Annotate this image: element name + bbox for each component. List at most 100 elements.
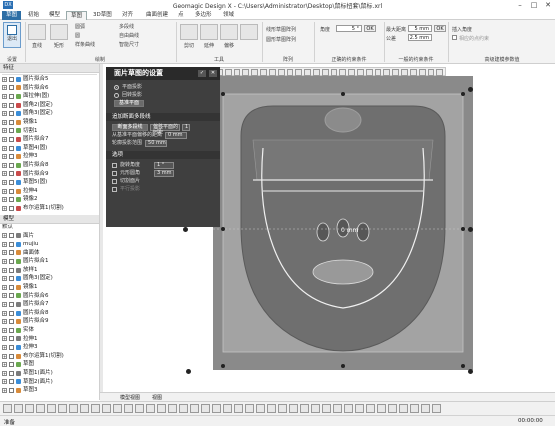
view-tool-icon[interactable] — [260, 69, 267, 76]
tool-item-offset[interactable]: 偏移 — [218, 42, 240, 49]
tree-item[interactable]: + 圆片拟合7 — [2, 300, 99, 309]
visibility-checkbox[interactable] — [9, 76, 14, 82]
expand-toggle-icon[interactable]: + — [2, 197, 7, 203]
bottom-tool-icon[interactable] — [421, 404, 430, 413]
expand-toggle-icon[interactable]: + — [2, 154, 7, 160]
visibility-checkbox[interactable] — [9, 128, 14, 134]
visibility-checkbox[interactable] — [9, 145, 14, 151]
view-tool-icon[interactable] — [365, 69, 373, 76]
bottom-tool-icon[interactable] — [234, 404, 243, 413]
bottom-tool-icon[interactable] — [289, 404, 298, 413]
bottom-tool-icon[interactable] — [190, 404, 199, 413]
cancel-icon[interactable]: ✕ — [209, 70, 217, 77]
extend-tool-button[interactable] — [200, 24, 218, 40]
bottom-tool-icon[interactable] — [135, 404, 144, 413]
bottom-tool-icon[interactable] — [14, 404, 23, 413]
bottom-tool-icon[interactable] — [278, 404, 287, 413]
handle-mr[interactable] — [461, 227, 465, 231]
point-constraint-checkbox[interactable] — [452, 35, 457, 40]
tree-item[interactable]: + 圆片拟合6 — [2, 292, 99, 301]
visibility-checkbox[interactable] — [9, 188, 14, 194]
visibility-checkbox[interactable] — [9, 267, 14, 273]
visibility-checkbox[interactable] — [9, 276, 14, 282]
distance-ok-button[interactable]: OK — [434, 25, 446, 32]
tool-item-trim[interactable]: 剪切 — [178, 42, 200, 49]
visibility-checkbox[interactable] — [9, 136, 14, 142]
visibility-checkbox[interactable] — [9, 379, 14, 385]
view-tool-icon[interactable] — [233, 69, 241, 76]
expand-toggle-icon[interactable]: + — [2, 302, 7, 308]
tree-item[interactable]: + 实体 — [2, 326, 99, 335]
draw-item-polyline[interactable]: 多段线 — [119, 23, 134, 30]
bottom-tool-icon[interactable] — [256, 404, 265, 413]
draw-item-freecurve[interactable]: 自由曲线 — [119, 32, 139, 39]
exit-sketch-button[interactable]: 退出 — [3, 22, 21, 48]
rect-tool-button[interactable] — [50, 24, 68, 40]
view-tool-icon[interactable] — [348, 69, 355, 76]
tree-item[interactable]: + 草图2(面片) — [2, 378, 99, 387]
view-tool-icon[interactable] — [418, 69, 426, 76]
menu-3d-sketch[interactable]: 3D草图 — [89, 11, 116, 20]
visibility-checkbox[interactable] — [9, 284, 14, 290]
menu-surface[interactable]: 曲面创建 — [142, 11, 172, 20]
tree-item[interactable]: + 圆片拟合1 — [2, 257, 99, 266]
view-tool-icon[interactable] — [321, 69, 329, 76]
rotate-projection-option[interactable]: 回转投影 — [114, 91, 216, 99]
contour-range-input[interactable]: 50 mm — [145, 139, 168, 147]
visibility-checkbox[interactable] — [9, 111, 14, 117]
count-input[interactable]: 1 — [182, 123, 190, 131]
bottom-tool-icon[interactable] — [201, 404, 210, 413]
view-tool-icon[interactable] — [330, 69, 338, 76]
tree-item[interactable]: + 切割1 — [2, 127, 99, 136]
tree-item[interactable]: + 拉伸4 — [2, 187, 99, 196]
close-button[interactable]: ✕ — [541, 0, 555, 10]
expand-toggle-icon[interactable]: + — [2, 387, 7, 393]
visibility-checkbox[interactable] — [9, 171, 14, 177]
expand-toggle-icon[interactable]: + — [2, 171, 7, 177]
bottom-tool-icon[interactable] — [300, 404, 309, 413]
expand-toggle-icon[interactable]: + — [2, 188, 7, 194]
view-tool-icon[interactable] — [409, 69, 417, 76]
bottom-tool-icon[interactable] — [168, 404, 177, 413]
tree-item[interactable]: + 圆角2(固定) — [2, 101, 99, 110]
menu-polygon[interactable]: 多边形 — [191, 11, 216, 20]
view-tool-icon[interactable] — [383, 69, 391, 76]
menu-sketch[interactable]: 草图 — [66, 11, 88, 20]
menu-model[interactable]: 模型 — [45, 11, 64, 20]
bottom-tool-icon[interactable] — [58, 404, 67, 413]
offset-tool-button[interactable] — [220, 24, 238, 40]
visibility-checkbox[interactable] — [9, 336, 14, 342]
base-plane-button[interactable]: 基准平面 — [114, 99, 144, 107]
bottom-tool-icon[interactable] — [179, 404, 188, 413]
offset-plane-spacing[interactable]: 偏移平面的间距 — [150, 123, 180, 134]
visibility-checkbox[interactable] — [9, 205, 14, 211]
handle-br[interactable] — [461, 364, 465, 368]
bottom-tool-icon[interactable] — [311, 404, 320, 413]
tree-item[interactable]: + 镜像1 — [2, 118, 99, 127]
expand-toggle-icon[interactable]: + — [2, 327, 7, 333]
mesh-drawing[interactable]: 0 mm — [213, 76, 473, 370]
handle-bm[interactable] — [341, 364, 345, 368]
max-distance-input[interactable]: 5 mm — [408, 25, 432, 32]
tree-item[interactable]: + 圆片拟合6 — [2, 84, 99, 93]
bottom-tool-icon[interactable] — [355, 404, 364, 413]
menu-align[interactable]: 对齐 — [118, 11, 137, 20]
radio-plane[interactable] — [114, 84, 119, 90]
visibility-checkbox[interactable] — [9, 197, 14, 203]
bottom-tool-icon[interactable] — [399, 404, 408, 413]
tree-item[interactable]: + 圆角3(固定) — [2, 109, 99, 118]
handle-tl[interactable] — [221, 92, 225, 96]
angle-ok-button[interactable]: OK — [364, 25, 376, 32]
visibility-checkbox[interactable] — [9, 250, 14, 256]
bottom-tool-icon[interactable] — [223, 404, 232, 413]
view-tool-icon[interactable] — [224, 69, 232, 76]
expand-toggle-icon[interactable]: + — [2, 379, 7, 385]
visibility-checkbox[interactable] — [9, 362, 14, 368]
expand-toggle-icon[interactable]: + — [2, 310, 7, 316]
bottom-tool-icon[interactable] — [212, 404, 221, 413]
tool-item-extend[interactable]: 延伸 — [198, 42, 220, 49]
tab-view[interactable]: 视图 — [152, 394, 162, 401]
bottom-tool-icon[interactable] — [69, 404, 78, 413]
handle-tr[interactable] — [461, 92, 465, 96]
expand-toggle-icon[interactable]: + — [2, 370, 7, 376]
